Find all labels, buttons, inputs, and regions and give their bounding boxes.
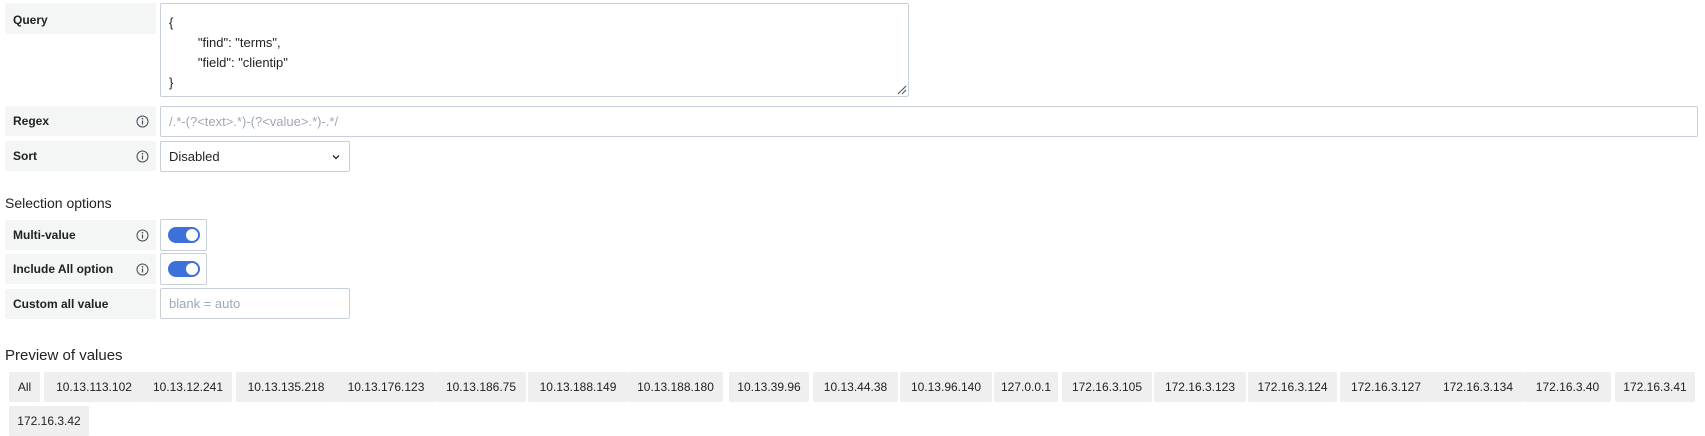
multi-value-label: Multi-value	[5, 220, 156, 250]
include-all-toggle[interactable]	[167, 261, 200, 277]
value-chip: 10.13.188.180	[628, 372, 723, 402]
regex-input[interactable]: /.*-(?<text>.*)-(?<value>.*)-.*/	[160, 106, 1698, 137]
value-chip: 10.13.188.149	[528, 372, 628, 402]
value-chip: 10.13.96.140	[900, 372, 992, 402]
query-line: }	[169, 75, 174, 90]
resize-handle-icon[interactable]	[897, 85, 907, 95]
value-chip: 172.16.3.124	[1248, 372, 1337, 402]
value-chip: 172.16.3.127	[1340, 372, 1432, 402]
value-chip: 10.13.39.96	[729, 372, 809, 402]
query-textarea[interactable]: { "find": "terms", "field": "clientip" }	[160, 3, 909, 97]
custom-all-label-text: Custom all value	[13, 297, 109, 311]
value-chip: 172.16.3.134	[1432, 372, 1524, 402]
custom-all-placeholder: blank = auto	[169, 296, 241, 311]
info-icon[interactable]	[136, 263, 149, 276]
query-line: {	[169, 15, 174, 30]
sort-select[interactable]: Disabled	[160, 141, 350, 172]
value-chip: 10.13.113.102	[44, 372, 144, 402]
query-line: "find": "terms",	[169, 35, 281, 50]
query-label: Query	[5, 3, 156, 34]
selection-options-title: Selection options	[5, 195, 112, 211]
value-chip: All	[9, 372, 40, 402]
value-chip: 127.0.0.1	[994, 372, 1058, 402]
sort-label: Sort	[5, 141, 156, 171]
regex-placeholder: /.*-(?<text>.*)-(?<value>.*)-.*/	[169, 114, 339, 129]
info-icon[interactable]	[136, 150, 149, 163]
include-all-label: Include All option	[5, 254, 156, 284]
value-chip: 10.13.186.75	[436, 372, 526, 402]
info-icon[interactable]	[136, 229, 149, 242]
value-chip: 10.13.176.123	[336, 372, 436, 402]
regex-label: Regex	[5, 106, 156, 136]
value-chip: 172.16.3.42	[9, 406, 89, 436]
query-line: "field": "clientip"	[169, 55, 288, 70]
value-chip: 172.16.3.105	[1062, 372, 1152, 402]
value-chip: 10.13.135.218	[236, 372, 336, 402]
multi-value-label-text: Multi-value	[13, 228, 76, 242]
include-all-toggle-box	[160, 253, 207, 285]
custom-all-input[interactable]: blank = auto	[160, 288, 350, 319]
preview-title: Preview of values	[5, 347, 123, 364]
include-all-label-text: Include All option	[13, 262, 114, 276]
sort-select-value: Disabled	[169, 149, 220, 164]
multi-value-toggle[interactable]	[167, 227, 200, 243]
value-chip: 172.16.3.123	[1154, 372, 1246, 402]
value-chip: 10.13.44.38	[813, 372, 898, 402]
chevron-down-icon	[332, 154, 340, 159]
value-chip: 172.16.3.41	[1615, 372, 1695, 402]
custom-all-label: Custom all value	[5, 289, 156, 319]
value-chip: 172.16.3.40	[1524, 372, 1611, 402]
sort-label-text: Sort	[13, 149, 37, 163]
query-label-text: Query	[13, 13, 48, 27]
value-chip: 10.13.12.241	[144, 372, 232, 402]
info-icon[interactable]	[136, 115, 149, 128]
multi-value-toggle-box	[160, 219, 207, 251]
regex-label-text: Regex	[13, 114, 50, 128]
